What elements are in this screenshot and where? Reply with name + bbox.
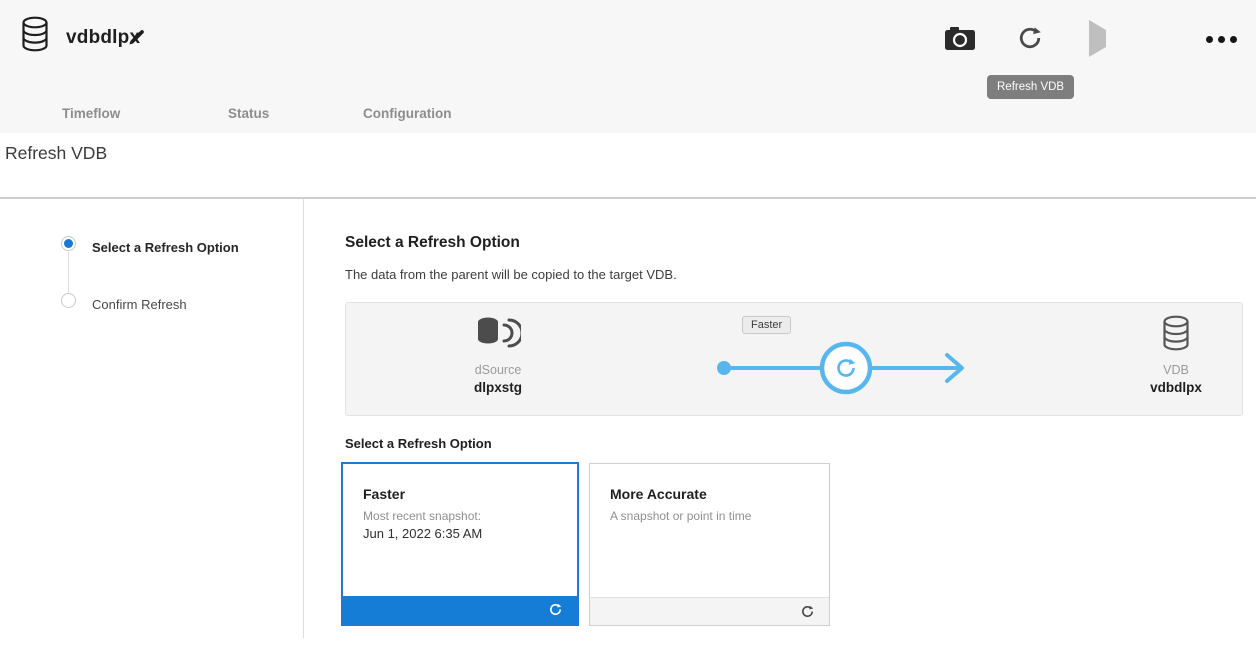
horizontal-divider <box>0 197 1256 199</box>
page-title: Refresh VDB <box>5 143 107 164</box>
dsource-node: dSource dlpxstg <box>433 315 563 395</box>
vdb-database-icon <box>1161 338 1191 355</box>
option-title: More Accurate <box>610 486 707 502</box>
step-indicator-confirm-refresh <box>61 293 76 308</box>
section-description: The data from the parent will be copied … <box>345 267 677 282</box>
database-icon <box>20 16 50 57</box>
refresh-icon <box>548 602 563 617</box>
option-snapshot-date: Jun 1, 2022 6:35 AM <box>363 526 482 541</box>
refresh-diagram-panel: dSource dlpxstg Faster VDB vdbdlpx <box>345 302 1243 416</box>
header: vdbdlpx Refresh VDB Timeflow Status Conf… <box>0 0 1256 133</box>
sidebar-divider <box>303 199 304 638</box>
edit-pencil-icon[interactable] <box>127 27 147 52</box>
dsource-type-label: dSource <box>433 363 563 377</box>
refresh-icon <box>800 604 815 619</box>
option-card-more-accurate[interactable]: More Accurate A snapshot or point in tim… <box>589 463 830 626</box>
wizard-step-confirm-refresh[interactable]: Confirm Refresh <box>92 297 187 312</box>
vdb-node: VDB vdbdlpx <box>1111 315 1241 395</box>
wizard-step-select-refresh-option[interactable]: Select a Refresh Option <box>92 240 239 255</box>
step-indicator-select-refresh-option <box>61 236 76 251</box>
tab-timeflow[interactable]: Timeflow <box>62 106 120 121</box>
tab-configuration[interactable]: Configuration <box>363 106 451 121</box>
option-footer-selected <box>343 596 577 624</box>
section-heading: Select a Refresh Option <box>345 234 520 252</box>
options-group-label: Select a Refresh Option <box>345 436 492 451</box>
refresh-vdb-tooltip: Refresh VDB <box>987 75 1074 99</box>
option-subtext: Most recent snapshot: <box>363 509 481 523</box>
snapshot-camera-icon[interactable] <box>944 26 976 56</box>
step-connector-line <box>68 252 69 293</box>
option-card-faster[interactable]: Faster Most recent snapshot: Jun 1, 2022… <box>341 462 579 626</box>
dsource-icon <box>475 338 521 355</box>
tab-status[interactable]: Status <box>228 106 269 121</box>
faster-badge: Faster <box>742 316 791 334</box>
vdb-type-label: VDB <box>1111 363 1241 377</box>
refresh-flow-arrow <box>716 336 976 405</box>
start-play-icon[interactable] <box>1089 30 1106 48</box>
vdb-name: vdbdlpx <box>1111 380 1241 395</box>
option-footer <box>590 597 829 625</box>
dsource-name: dlpxstg <box>433 380 563 395</box>
refresh-vdb-icon[interactable] <box>1016 24 1044 57</box>
option-title: Faster <box>363 486 405 502</box>
more-actions-ellipsis-icon[interactable] <box>1206 36 1237 43</box>
option-subtext: A snapshot or point in time <box>610 509 751 523</box>
